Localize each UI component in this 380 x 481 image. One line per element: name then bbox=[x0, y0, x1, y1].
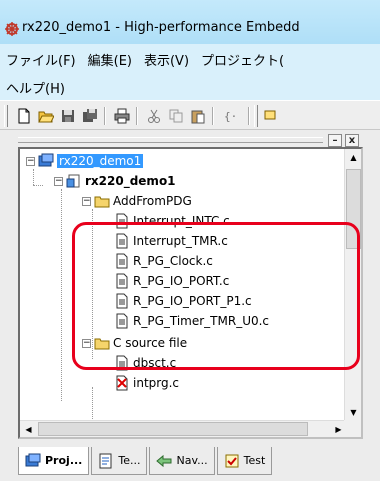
folder-label: AddFromPDG bbox=[113, 194, 192, 208]
c-file-icon bbox=[116, 293, 128, 309]
print-icon[interactable] bbox=[112, 106, 132, 126]
tab-label: Nav... bbox=[176, 454, 208, 467]
menu-edit[interactable]: 編集(E) bbox=[88, 50, 132, 69]
folder-icon bbox=[94, 338, 110, 350]
tab-test[interactable]: Test bbox=[216, 447, 273, 475]
collapse-icon[interactable]: − bbox=[82, 338, 91, 348]
tree-connector bbox=[33, 185, 43, 186]
copy-icon[interactable] bbox=[166, 106, 186, 126]
collapse-icon[interactable]: − bbox=[82, 196, 91, 206]
pane-minimize-button[interactable]: – bbox=[328, 134, 342, 147]
scrollbar-corner bbox=[344, 420, 361, 437]
toolbar-grip[interactable] bbox=[254, 105, 258, 127]
workspace-label: rx220_demo1 bbox=[57, 154, 144, 168]
tab-label: Te... bbox=[118, 454, 141, 467]
template-icon bbox=[99, 453, 112, 468]
c-file-icon bbox=[116, 213, 128, 229]
scroll-thumb[interactable] bbox=[38, 422, 308, 436]
save-all-icon[interactable] bbox=[80, 106, 100, 126]
test-icon bbox=[225, 454, 239, 467]
toolbar-separator bbox=[136, 107, 138, 125]
project-tree[interactable]: − rx220_demo1 − rx220_demo1 − AddFromPDG… bbox=[18, 147, 363, 439]
file-label: intprg.c bbox=[133, 376, 180, 390]
project-tree-icon bbox=[25, 453, 41, 466]
scroll-thumb[interactable] bbox=[346, 169, 361, 249]
menu-help[interactable]: ヘルプ(H) bbox=[6, 78, 65, 97]
file-label: dbsct.c bbox=[133, 356, 177, 370]
tree-vertical-scrollbar[interactable]: ▲ ▼ bbox=[344, 149, 361, 421]
tree-item-file[interactable]: R_PG_Timer_TMR_U0.c bbox=[114, 311, 269, 331]
svg-text:{·}: {·} bbox=[224, 110, 238, 123]
c-file-icon bbox=[116, 355, 128, 371]
tab-project[interactable]: Proj... bbox=[18, 447, 90, 475]
file-label: R_PG_IO_PORT_P1.c bbox=[133, 294, 252, 308]
collapse-icon[interactable]: − bbox=[54, 176, 63, 186]
tree-connector bbox=[61, 189, 62, 401]
tree-item-workspace[interactable]: − rx220_demo1 bbox=[26, 151, 144, 171]
c-file-error-icon bbox=[116, 375, 128, 391]
tree-horizontal-scrollbar[interactable]: ◀ ▶ bbox=[20, 420, 347, 437]
collapse-icon[interactable]: − bbox=[26, 156, 35, 166]
tab-label: Test bbox=[243, 454, 266, 467]
pane-tabs: Proj... Te... Nav... Test bbox=[18, 447, 273, 475]
bookmark-icon[interactable]: {·} bbox=[220, 106, 240, 126]
project-icon bbox=[66, 174, 80, 188]
menu-bar: ファイル(F) 編集(E) 表示(V) プロジェクト( ヘルプ(H) bbox=[0, 44, 380, 100]
c-file-icon bbox=[116, 253, 128, 269]
toolbar-grip[interactable] bbox=[4, 105, 8, 127]
folder-icon bbox=[94, 196, 110, 208]
tree-item-file[interactable]: dbsct.c bbox=[114, 353, 176, 373]
tab-templates[interactable]: Te... bbox=[91, 447, 148, 475]
folder-label: C source file bbox=[113, 336, 188, 350]
c-file-icon bbox=[116, 273, 128, 289]
tree-item-file[interactable]: Interrupt_INTC.c bbox=[114, 211, 230, 231]
navigation-icon bbox=[156, 454, 172, 467]
c-file-icon bbox=[116, 233, 128, 249]
project-icon[interactable] bbox=[262, 106, 282, 126]
tree-item-file[interactable]: R_PG_IO_PORT.c bbox=[114, 271, 229, 291]
project-label: rx220_demo1 bbox=[85, 174, 176, 188]
tree-item-folder-c-source[interactable]: − C source file bbox=[82, 333, 187, 353]
workspace-icon bbox=[38, 153, 54, 167]
tree-item-folder-addfrompdg[interactable]: − AddFromPDG bbox=[82, 191, 192, 211]
pane-drag-bar[interactable] bbox=[18, 137, 323, 143]
tab-label: Proj... bbox=[45, 454, 83, 467]
tree-item-project[interactable]: − rx220_demo1 bbox=[54, 171, 176, 191]
open-folder-icon[interactable] bbox=[36, 106, 56, 126]
tree-item-file[interactable]: Interrupt_TMR.c bbox=[114, 231, 228, 251]
file-label: R_PG_Clock.c bbox=[133, 254, 213, 268]
tree-item-file[interactable]: R_PG_IO_PORT_P1.c bbox=[114, 291, 252, 311]
toolbar-separator bbox=[248, 107, 250, 125]
toolbar-separator bbox=[212, 107, 214, 125]
tree-item-file[interactable]: R_PG_Clock.c bbox=[114, 251, 213, 271]
c-file-icon bbox=[116, 313, 128, 329]
save-icon[interactable] bbox=[58, 106, 78, 126]
menu-view[interactable]: 表示(V) bbox=[144, 50, 189, 69]
file-label: R_PG_IO_PORT.c bbox=[133, 274, 230, 288]
new-file-icon[interactable] bbox=[14, 106, 34, 126]
menu-project[interactable]: プロジェクト( bbox=[201, 50, 284, 69]
cut-icon[interactable] bbox=[144, 106, 164, 126]
scroll-down-icon[interactable]: ▼ bbox=[345, 404, 361, 421]
app-icon bbox=[5, 22, 19, 36]
file-label: Interrupt_INTC.c bbox=[133, 214, 230, 228]
toolbar: {·} bbox=[0, 100, 380, 130]
tree-item-file[interactable]: intprg.c bbox=[114, 373, 179, 393]
pane-close-button[interactable]: x bbox=[345, 134, 359, 147]
project-pane: – x − rx220_demo1 − rx220_demo1 − AddFro… bbox=[0, 130, 380, 481]
tab-navigation[interactable]: Nav... bbox=[149, 447, 215, 475]
menu-file[interactable]: ファイル(F) bbox=[6, 50, 76, 69]
paste-icon[interactable] bbox=[188, 106, 208, 126]
window-title: rx220_demo1 - High-performance Embedd bbox=[22, 20, 300, 35]
tree-connector bbox=[33, 169, 34, 185]
toolbar-separator bbox=[104, 107, 106, 125]
scroll-up-icon[interactable]: ▲ bbox=[345, 149, 361, 166]
file-label: R_PG_Timer_TMR_U0.c bbox=[133, 314, 270, 328]
file-label: Interrupt_TMR.c bbox=[133, 234, 228, 248]
scroll-left-icon[interactable]: ◀ bbox=[20, 421, 37, 437]
